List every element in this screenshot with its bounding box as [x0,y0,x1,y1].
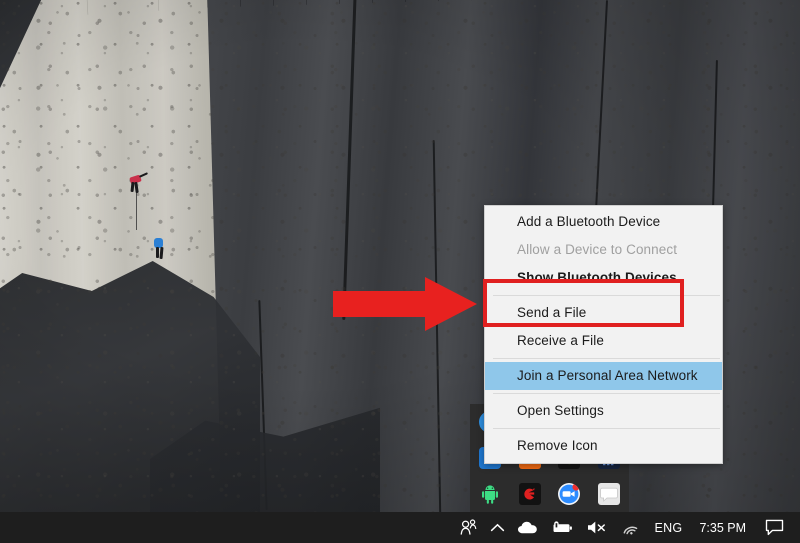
climber-leg [159,246,164,260]
geforce-icon [518,483,541,505]
bluetooth-tray-context-menu[interactable]: Add a Bluetooth Device Allow a Device to… [484,205,723,464]
wifi-icon[interactable] [614,512,646,543]
climber-leg [134,181,139,194]
action-center-icon[interactable] [755,512,796,543]
tray-icon-geforce[interactable] [517,481,543,507]
menu-item-open-settings[interactable]: Open Settings [485,397,722,425]
zoom-icon [558,483,581,505]
menu-item-send-a-file[interactable]: Send a File [485,299,722,327]
menu-separator [493,295,720,296]
menu-item-show-bluetooth-devices[interactable]: Show Bluetooth Devices [485,264,722,292]
battery-icon[interactable] [545,512,580,543]
red-pointer-arrow [333,277,477,331]
android-icon [479,483,501,505]
climber-arm [138,172,149,178]
speech-bubble-icon [598,483,621,505]
menu-item-receive-a-file[interactable]: Receive a File [485,327,722,355]
speaker-muted-icon[interactable] [580,512,614,543]
taskbar-clock[interactable]: 7:35 PM [690,512,755,543]
tray-icon-android[interactable] [477,481,503,507]
desktop-screen: Add a Bluetooth Device Allow a Device to… [0,0,800,543]
menu-separator [493,358,720,359]
menu-item-remove-icon[interactable]: Remove Icon [485,432,722,460]
windows-taskbar[interactable]: ENG 7:35 PM [0,512,800,543]
climber-red [126,172,152,230]
climber-blue [152,238,172,260]
menu-item-join-a-personal-area-network[interactable]: Join a Personal Area Network [485,362,722,390]
menu-separator [493,428,720,429]
tray-icon-speech-bubble[interactable] [596,481,622,507]
chevron-up-icon[interactable] [484,512,511,543]
onedrive-cloud-icon[interactable] [511,512,545,543]
system-tray[interactable]: ENG 7:35 PM [453,512,800,543]
language-indicator[interactable]: ENG [646,512,690,543]
menu-item-add-a-bluetooth-device[interactable]: Add a Bluetooth Device [485,208,722,236]
people-icon[interactable] [453,512,484,543]
menu-item-allow-a-device-to-connect: Allow a Device to Connect [517,242,678,257]
climber-leg [156,247,159,258]
menu-separator [493,393,720,394]
tray-icon-zoom[interactable] [556,481,582,507]
